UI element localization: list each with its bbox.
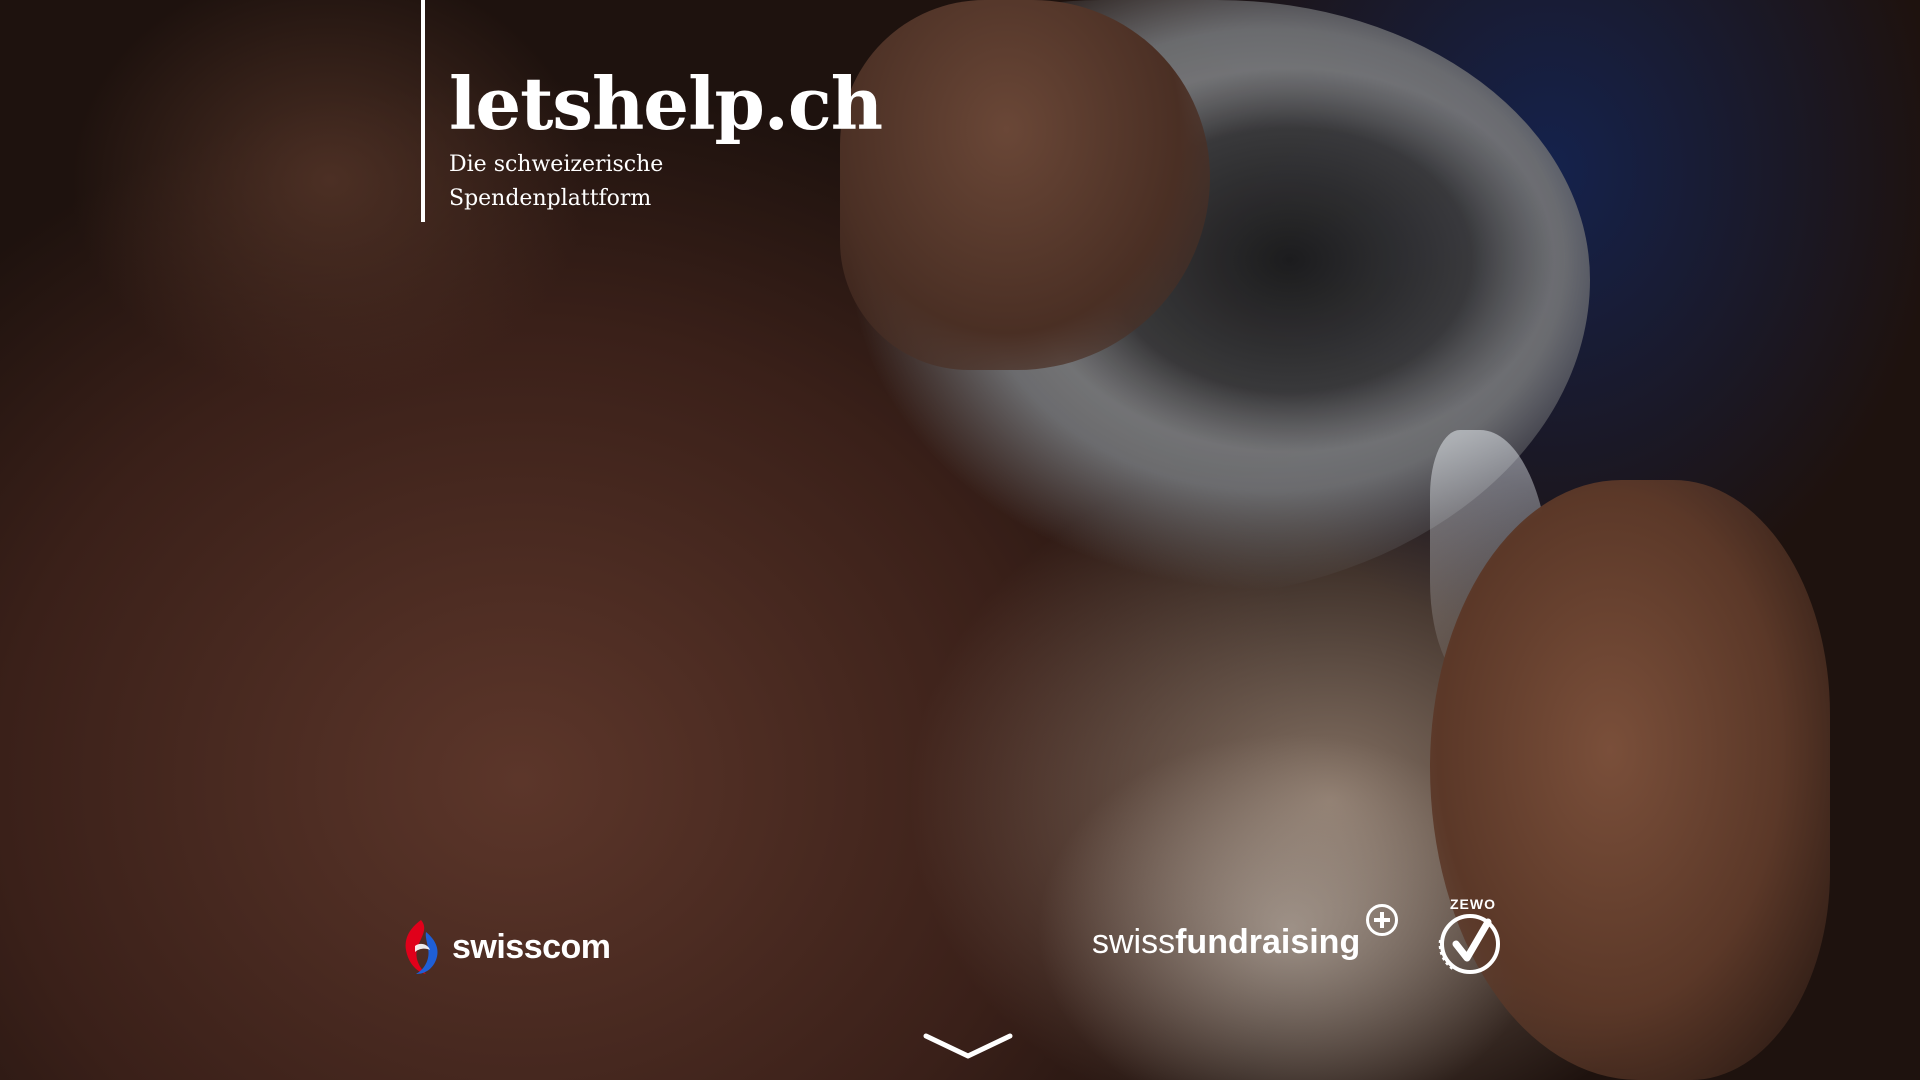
swissfundraising-label-light: swiss: [1092, 923, 1176, 961]
swisscom-label: swisscom: [452, 927, 611, 966]
brand-block[interactable]: letshelp.ch Die schweizerische Spendenpl…: [421, 0, 883, 222]
swisscom-logo-icon: [405, 920, 438, 974]
zewo-partner-logo[interactable]: ZEWO: [1430, 896, 1510, 980]
swissfundraising-label-bold: fundraising: [1175, 923, 1361, 961]
chevron-down-icon: [923, 1033, 1013, 1059]
swisscom-partner-logo[interactable]: swisscom: [400, 918, 611, 976]
zewo-seal-icon: [1438, 914, 1500, 974]
zewo-label: ZEWO: [1450, 896, 1496, 912]
tagline-line-1: Die schweizerische: [449, 152, 664, 177]
plus-circle-icon: [1366, 904, 1399, 936]
tagline-line-2: Spendenplattform: [449, 186, 652, 211]
swissfundraising-partner-logo[interactable]: swiss fundraising: [1092, 904, 1399, 962]
site-tagline: Die schweizerische Spendenplattform: [449, 148, 709, 216]
hero-background-image: [0, 0, 1920, 1080]
site-logo-text[interactable]: letshelp.ch: [449, 68, 883, 140]
scroll-down-button[interactable]: [922, 1030, 1014, 1062]
helping-hand: [1430, 480, 1830, 1080]
